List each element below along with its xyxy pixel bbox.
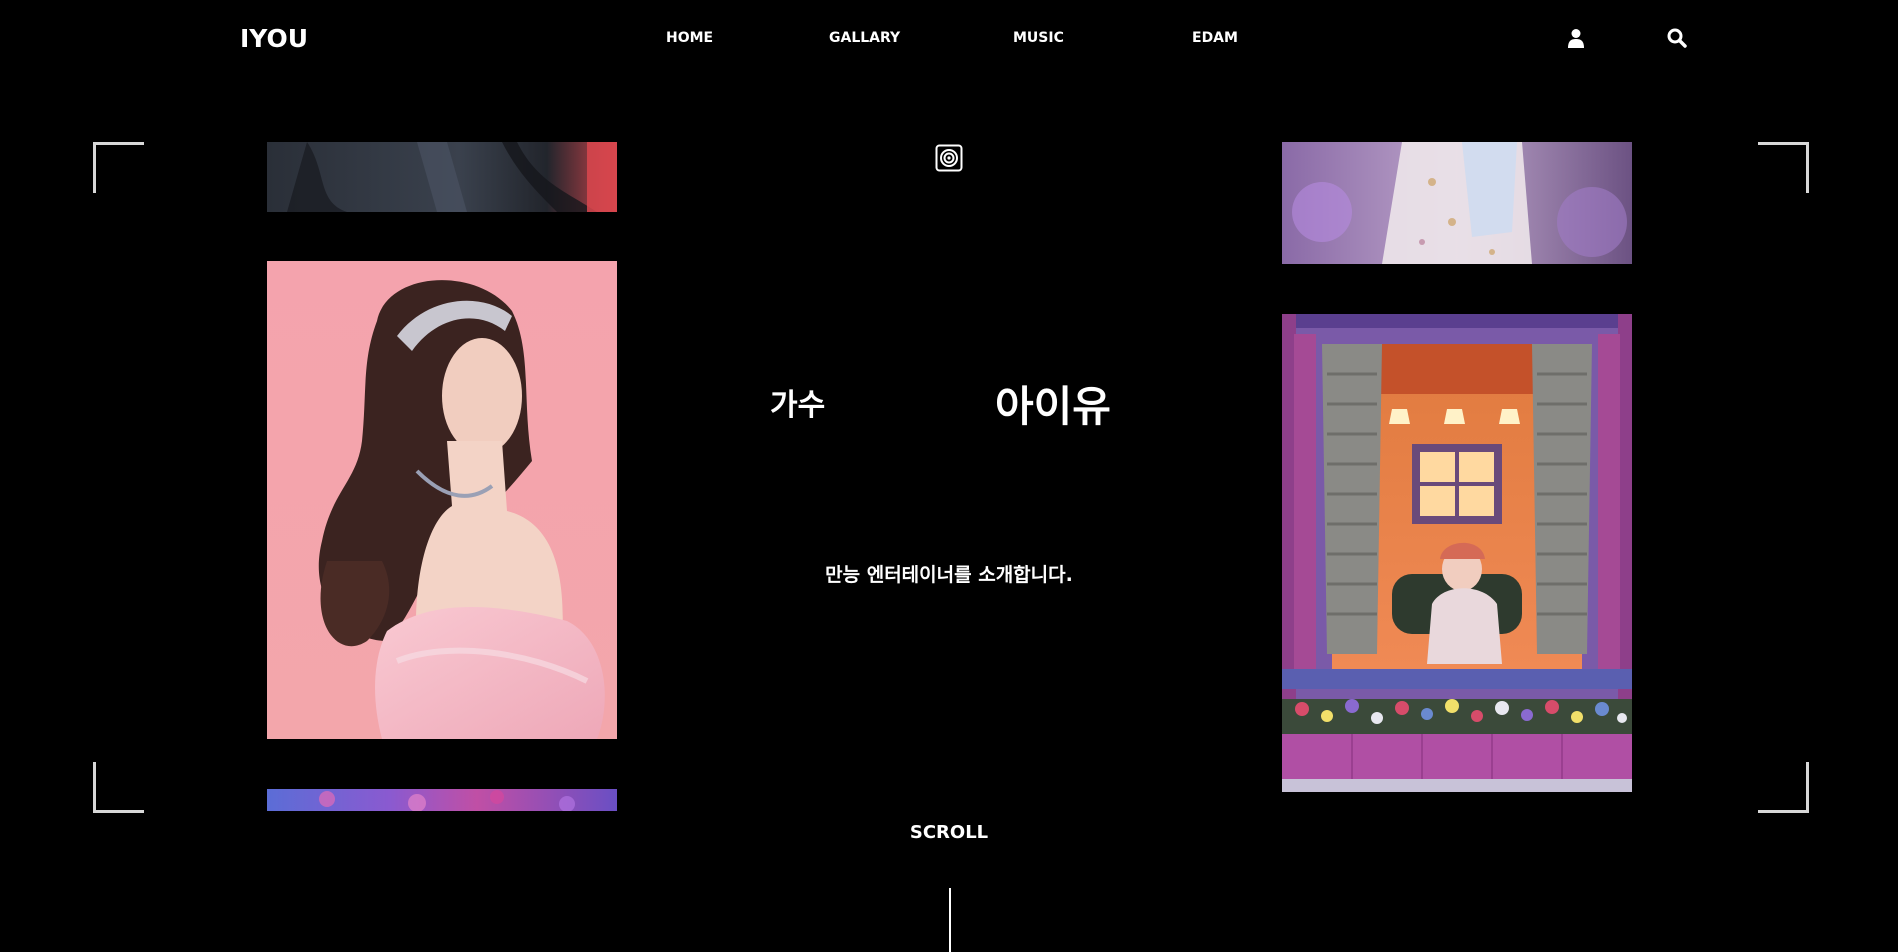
intro-text: 만능 엔터테이너를 소개합니다.	[825, 564, 1073, 586]
photo-floral-dress	[1282, 142, 1632, 264]
scroll-indicator-line	[949, 888, 951, 952]
target-icon	[935, 144, 963, 172]
artist-name: 아이유	[995, 382, 1111, 431]
nav-home[interactable]: HOME	[666, 30, 713, 46]
corner-top-right	[1758, 142, 1809, 193]
corner-top-left	[93, 142, 144, 193]
photo-dark-jacket	[267, 142, 617, 212]
photo-flowers	[267, 789, 617, 811]
logo[interactable]: IYOU	[240, 24, 308, 53]
photo-pink-portrait	[267, 261, 617, 739]
nav-edam[interactable]: EDAM	[1192, 30, 1238, 46]
nav-music[interactable]: MUSIC	[1013, 30, 1064, 46]
scroll-button[interactable]: SCROLL	[0, 822, 1898, 843]
nav-gallary[interactable]: GALLARY	[829, 30, 900, 46]
user-icon[interactable]	[1567, 28, 1585, 52]
photo-window-scene	[1282, 314, 1632, 792]
search-icon[interactable]	[1667, 28, 1687, 52]
page: IYOU HOME GALLARY MUSIC EDAM 가수 아이유 만능 엔…	[0, 0, 1898, 952]
job-label: 가수	[770, 388, 826, 423]
corner-bottom-left	[93, 762, 144, 813]
corner-bottom-right	[1758, 762, 1809, 813]
